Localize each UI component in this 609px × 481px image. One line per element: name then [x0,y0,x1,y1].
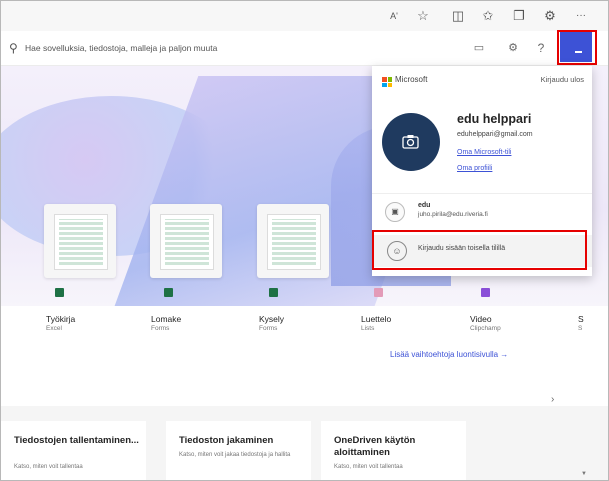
extensions-icon[interactable]: ⚙ [542,8,558,24]
tip-card[interactable]: Tiedostojen tallentaminen... Katso, mite… [1,421,146,480]
search-input[interactable]: Hae sovelluksia, tiedostoja, malleja ja … [25,40,217,56]
tip-title: Tiedoston jakaminen [179,435,274,446]
tip-sub: Katso, miten voit tallentaa [14,464,83,470]
read-aloud-icon[interactable]: Aʹ [386,8,402,24]
install-app-icon[interactable]: ▭ [470,39,488,57]
tile-name[interactable]: Luettelo [361,314,391,324]
user-name: edu helppari [457,112,532,126]
help-icon[interactable]: ? [532,39,550,57]
other-account-name: edu [418,202,431,209]
user-email: eduhelppari@gmail.com [457,131,533,138]
tile-name[interactable]: Kysely [259,314,284,324]
highlight-avatar-box [557,30,597,65]
tip-card[interactable]: OneDriven käytön aloittaminen Katso, mit… [321,421,466,480]
favorites-icon[interactable]: ✩ [480,8,496,24]
forms-icon [164,288,173,297]
my-profile-link[interactable]: Oma profiili [457,165,492,172]
tip-sub: Katso, miten voit tallentaa [334,464,403,470]
other-account-email: juho.pirila@edu.riveria.fi [418,211,488,218]
tile-app: Clipchamp [470,325,501,332]
tile-name[interactable]: Työkirja [46,314,75,324]
tile-name[interactable]: Lomake [151,314,181,324]
brand-label: Microsoft [395,75,428,84]
browser-toolbar: Aʹ ☆ ◫ ✩ ❐ ⚙ ··· [1,1,608,31]
forms-icon [269,288,278,297]
tile-app: S [578,325,583,332]
microsoft-logo-icon [382,77,392,87]
my-account-link[interactable]: Oma Microsoft-tili [457,149,511,156]
tile-name[interactable]: Video [470,314,492,324]
highlight-sign-in-other-box [372,230,587,270]
tile-name[interactable]: S [578,314,584,324]
tips-section: Tiedostojen tallentaminen... Katso, mite… [1,406,608,480]
settings-icon[interactable]: ⚙ [504,39,522,57]
excel-icon [55,288,64,297]
other-account-row[interactable]: ▣ edu juho.pirila@edu.riveria.fi [372,193,592,228]
tile-app: Forms [151,325,170,332]
template-card-survey[interactable] [257,204,329,278]
tip-sub: Katso, miten voit jakaa tiedostoja ja ha… [179,452,291,458]
template-card-form[interactable] [150,204,222,278]
favorite-star-icon[interactable]: ☆ [415,8,431,24]
tip-card[interactable]: Tiedoston jakaminen Katso, miten voit ja… [166,421,311,480]
tip-title: Tiedostojen tallentaminen... [14,435,139,446]
tile-app: Forms [259,325,278,332]
sign-out-link[interactable]: Kirjaudu ulos [541,75,584,84]
account-icon: ▣ [385,202,405,222]
app-header: ⚲ Hae sovelluksia, tiedostoja, malleja j… [1,31,608,66]
tip-title: OneDriven käytön aloittaminen [334,435,416,458]
split-screen-icon[interactable]: ◫ [450,8,466,24]
chevron-right-icon[interactable]: › [551,394,554,405]
more-icon[interactable]: ··· [573,8,589,24]
template-card-workbook[interactable] [44,204,116,278]
scroll-down-icon[interactable]: ▼ [581,471,587,477]
collections-icon[interactable]: ❐ [511,8,527,24]
lists-icon [374,288,383,297]
app-window: Aʹ ☆ ◫ ✩ ❐ ⚙ ··· ⚲ Hae sovelluksia, tied… [0,0,609,481]
tile-app: Excel [46,325,62,332]
profile-avatar[interactable] [382,113,440,171]
more-options-link[interactable]: Lisää vaihtoehtoja luontisivulla → [390,350,508,359]
clipchamp-icon [481,288,490,297]
search-icon: ⚲ [9,41,18,55]
camera-icon [402,135,419,149]
tile-app: Lists [361,325,375,332]
